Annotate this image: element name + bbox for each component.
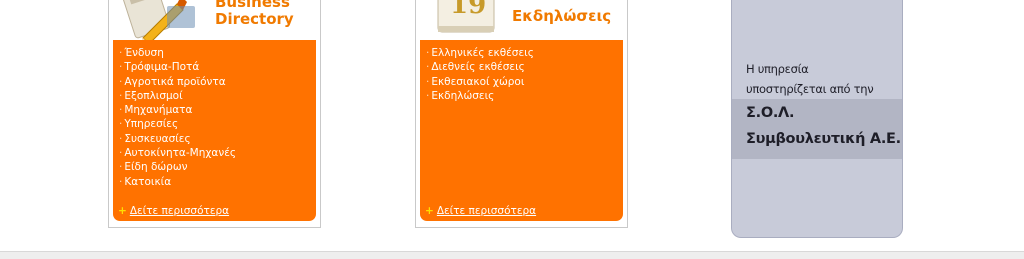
list-item-label: Κατοικία: [124, 175, 172, 188]
more-link-label: Δείτε περισσότερα: [436, 205, 537, 217]
list-item[interactable]: · Ελληνικές εκθέσεις: [426, 46, 534, 60]
list-item-label: Αυτοκίνητα-Μηχανές: [124, 147, 237, 160]
list-item[interactable]: · Εκθεσιακοί χώροι: [426, 75, 534, 89]
list-item-label: Εκθεσιακοί χώροι: [431, 75, 525, 88]
list-item-label: Εξοπλισμοί: [124, 89, 183, 102]
list-item[interactable]: · Διεθνείς εκθέσεις: [426, 60, 534, 74]
exhibitions-panel: · Ελληνικές εκθέσεις · Διεθνείς εκθέσεις ·…: [420, 40, 623, 221]
list-item[interactable]: · Τρόφιμα-Ποτά: [119, 60, 236, 74]
page: Business Directory · Ένδυση · Τρόφιμα-Ποτά…: [0, 0, 1024, 259]
support-panel[interactable]: Η υπηρεσία υποστηρίζεται από την Σ.Ο.Λ. …: [731, 0, 903, 238]
list-item[interactable]: · Εξοπλισμοί: [119, 89, 236, 103]
list-item-label: Συσκευασίες: [124, 132, 191, 145]
list-item[interactable]: · Αγροτικά προϊόντα: [119, 75, 236, 89]
support-company-band: Σ.Ο.Λ. Συμβουλευτική Α.Ε.: [732, 99, 902, 159]
list-item-label: Είδη δώρων: [124, 161, 188, 174]
support-line2: υποστηρίζεται από την: [746, 82, 874, 96]
list-item-label: Αγροτικά προϊόντα: [124, 75, 226, 88]
business-directory-title-line2: Directory: [215, 10, 294, 28]
support-company-line2: Συμβουλευτική Α.Ε.: [746, 131, 901, 147]
list-item-label: Εκδηλώσεις: [431, 89, 495, 102]
plus-icon: +: [118, 205, 127, 217]
plus-icon: +: [425, 205, 434, 217]
list-item[interactable]: · Εκδηλώσεις: [426, 89, 534, 103]
directory-pencil-icon: [122, 0, 195, 40]
footer-bar: [0, 251, 1024, 259]
list-item-label: Υπηρεσίες: [124, 118, 179, 131]
exhibitions-card: 19 Εκδηλώσεις · Ελληνικές εκθέσεις · Διεθν…: [415, 0, 628, 228]
exhibitions-header: 19 Εκδηλώσεις: [416, 0, 627, 40]
business-directory-list: · Ένδυση · Τρόφιμα-Ποτά · Αγροτικά προϊόντα…: [119, 46, 236, 189]
list-item-label: Ένδυση: [124, 47, 164, 59]
business-directory-panel: · Ένδυση · Τρόφιμα-Ποτά · Αγροτικά προϊόντα…: [113, 40, 316, 221]
list-item[interactable]: · Αυτοκίνητα-Μηχανές: [119, 146, 236, 160]
list-item[interactable]: · Μηχανήματα: [119, 103, 236, 117]
list-item[interactable]: · Είδη δώρων: [119, 160, 236, 174]
calendar-number: 19: [450, 0, 487, 20]
support-line1: Η υπηρεσία: [746, 62, 809, 76]
business-directory-more-link[interactable]: + Δείτε περισσότερα: [118, 205, 229, 217]
exhibitions-title: Εκδηλώσεις: [512, 7, 612, 25]
list-item[interactable]: · Κατοικία: [119, 175, 236, 189]
exhibitions-more-link[interactable]: + Δείτε περισσότερα: [425, 205, 536, 217]
support-company-line1: Σ.Ο.Λ.: [746, 105, 795, 121]
exhibitions-list: · Ελληνικές εκθέσεις · Διεθνείς εκθέσεις ·…: [426, 46, 534, 103]
list-item-label: Μηχανήματα: [124, 104, 193, 117]
business-directory-header: Business Directory: [109, 0, 320, 40]
list-item[interactable]: · Ένδυση: [119, 46, 236, 60]
more-link-label: Δείτε περισσότερα: [129, 205, 230, 217]
list-item[interactable]: · Υπηρεσίες: [119, 117, 236, 131]
business-directory-card: Business Directory · Ένδυση · Τρόφιμα-Ποτά…: [108, 0, 321, 228]
list-item-label: Ελληνικές εκθέσεις: [431, 47, 534, 59]
list-item-label: Διεθνείς εκθέσεις: [431, 61, 525, 74]
list-item-label: Τρόφιμα-Ποτά: [124, 61, 200, 74]
list-item[interactable]: · Συσκευασίες: [119, 132, 236, 146]
